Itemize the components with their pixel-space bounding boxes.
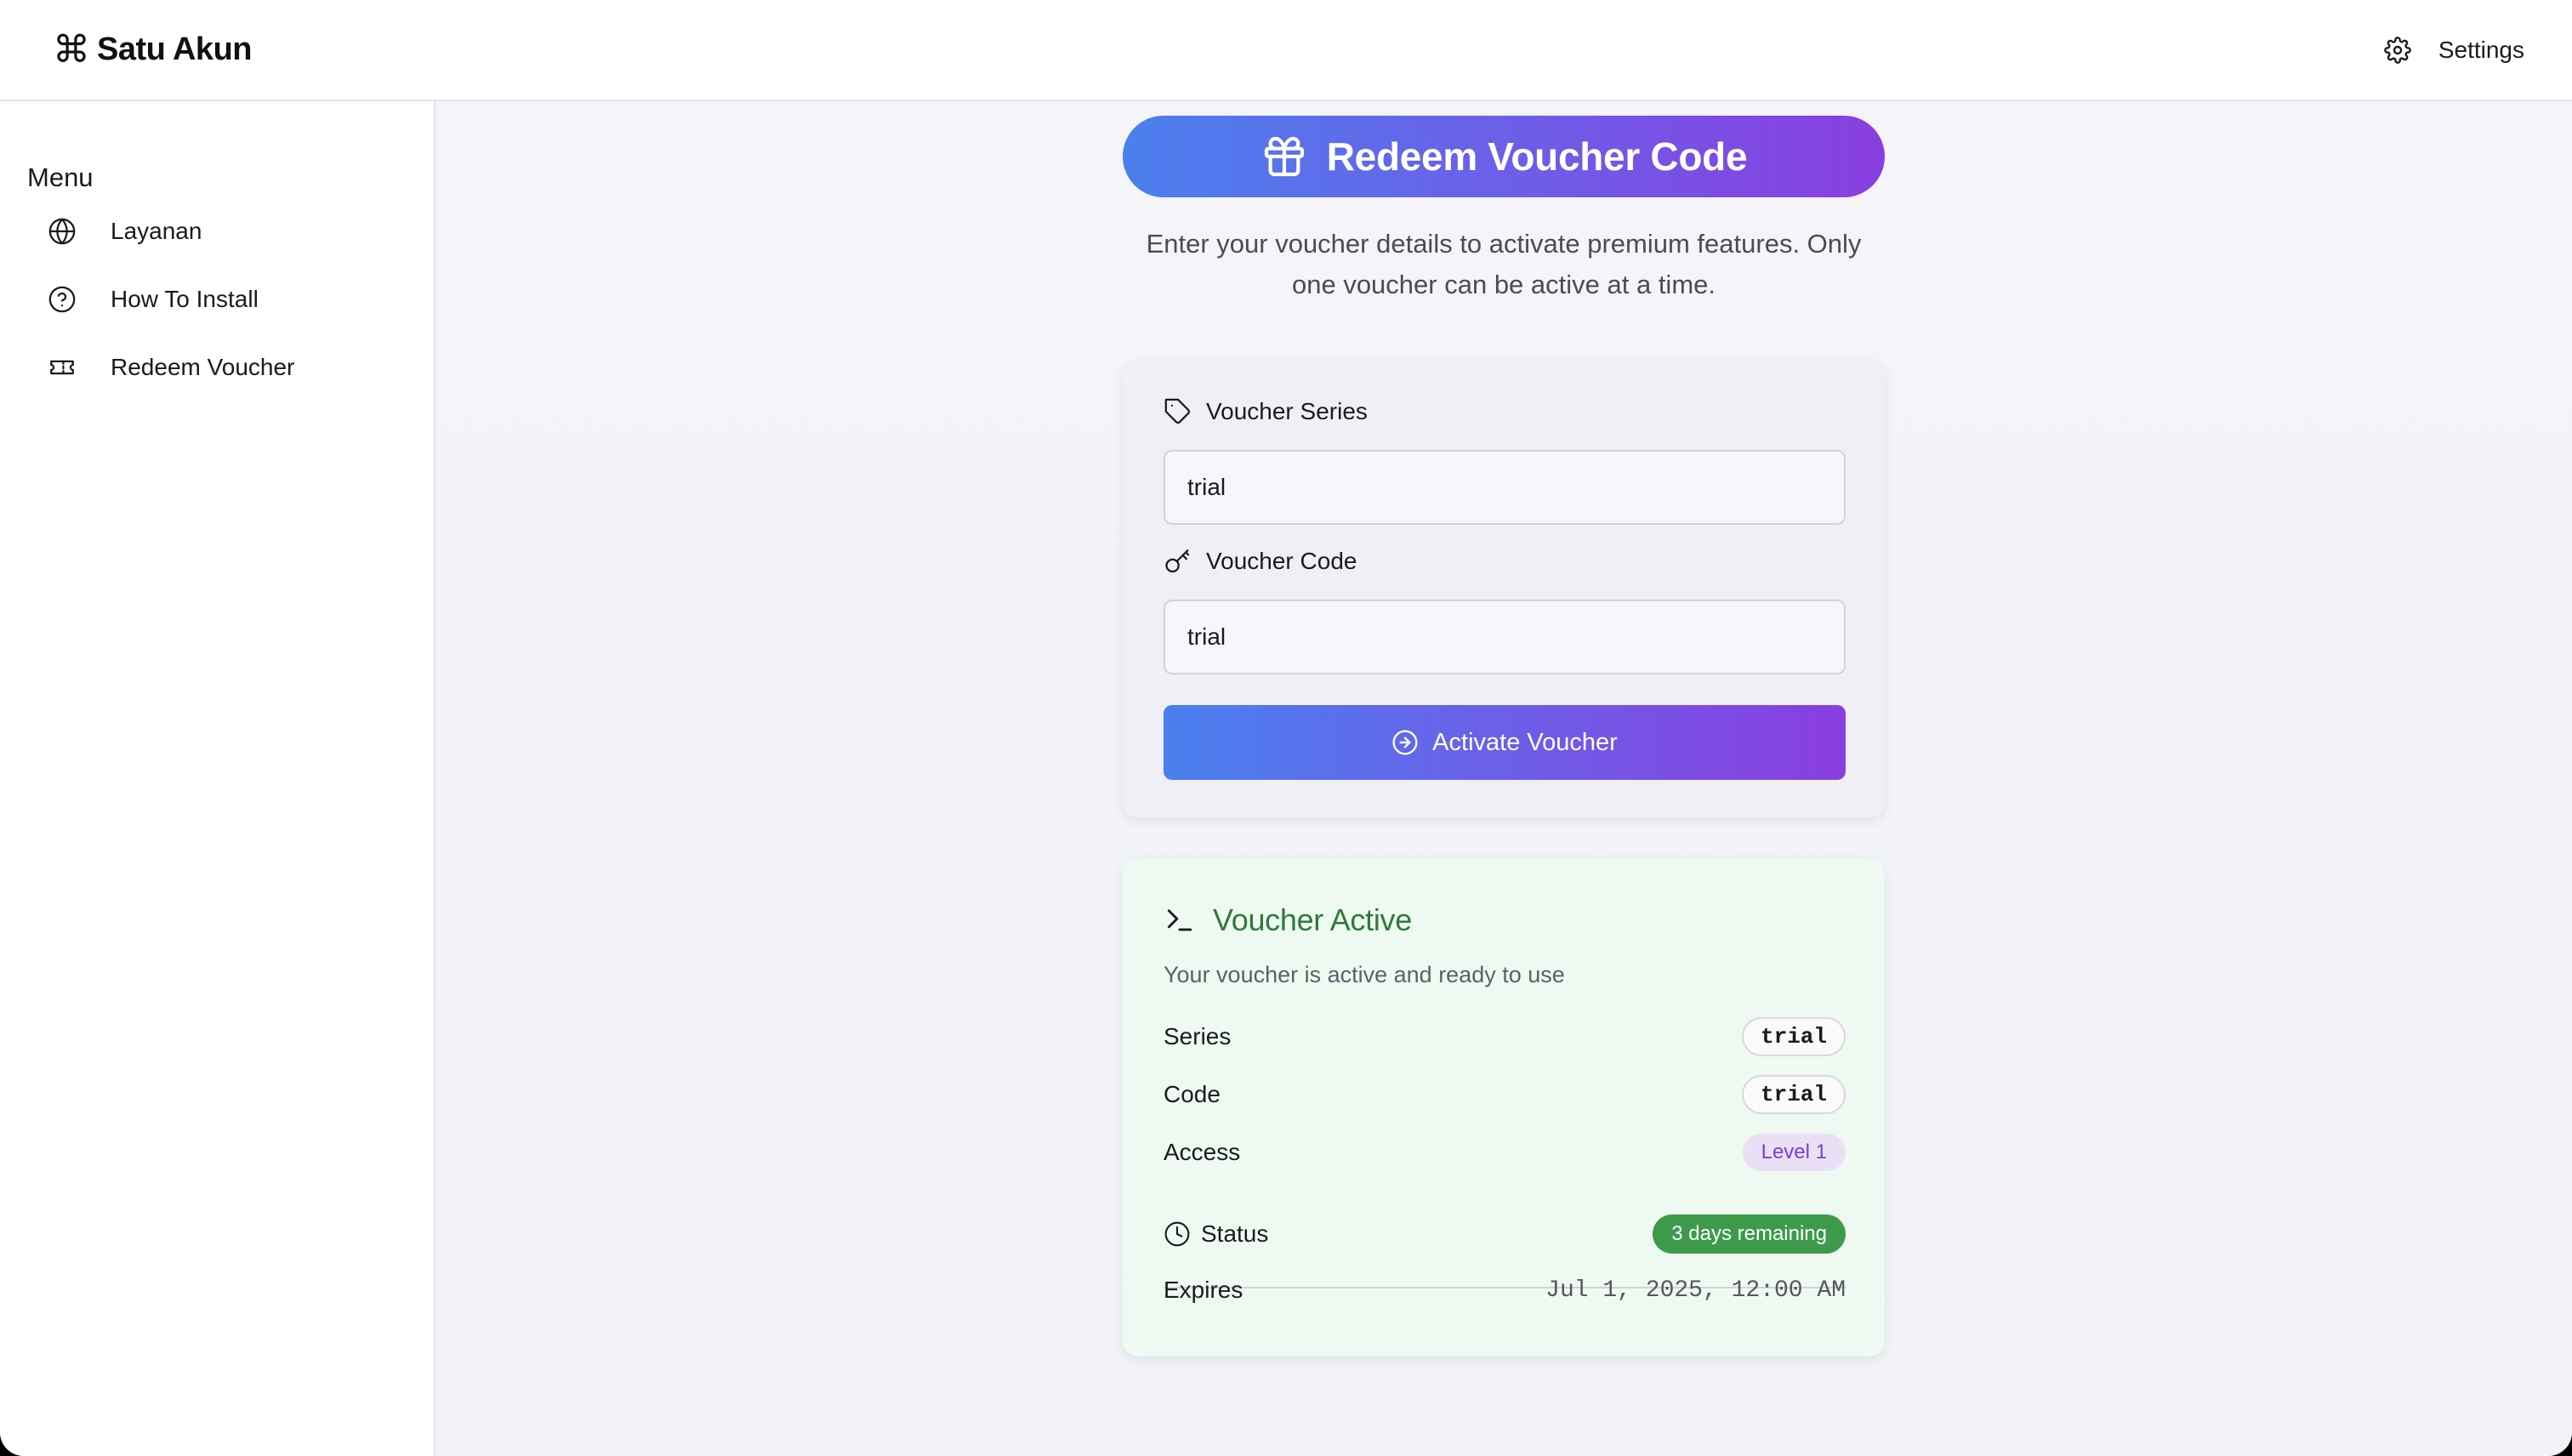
code-badge: trial (1741, 1075, 1846, 1114)
clock-icon (1164, 1221, 1190, 1247)
status-row: Status 3 days remaining (1164, 1214, 1846, 1254)
ticket-icon (50, 360, 74, 375)
access-label: Access (1164, 1139, 1241, 1165)
sidebar-item-label: Redeem Voucher (111, 354, 295, 380)
key-icon (1165, 549, 1190, 573)
series-badge: trial (1741, 1017, 1846, 1056)
voucher-code-label: Voucher Code (1164, 547, 1357, 576)
activate-voucher-button[interactable]: Activate Voucher (1164, 705, 1846, 780)
access-row: Access Level 1 (1164, 1132, 1846, 1173)
expires-label: Expires (1164, 1277, 1243, 1303)
help-circle-icon (48, 286, 76, 313)
sidebar: Menu Layanan How To Install Redeem Vouch… (0, 101, 435, 1456)
page-title: Redeem Voucher Code (1326, 134, 1748, 179)
brand[interactable]: ⌘ Satu Akun (53, 27, 253, 71)
expires-row: Expires Jul 1, 2025, 12:00 AM (1164, 1270, 1846, 1311)
status-header: Voucher Active (1164, 902, 1412, 938)
code-row: Code trial (1164, 1074, 1846, 1115)
tag-icon (1164, 398, 1191, 424)
voucher-status-card: Voucher Active Your voucher is active an… (1123, 858, 1885, 1356)
main-content: Redeem Voucher Code Enter your voucher d… (435, 103, 2572, 1456)
code-label: Code (1164, 1081, 1221, 1107)
expires-value: Jul 1, 2025, 12:00 AM (1545, 1277, 1846, 1304)
page-subtitle: Enter your voucher details to activate p… (1146, 229, 1862, 299)
settings-label: Settings (2438, 36, 2524, 63)
status-title: Voucher Active (1213, 902, 1412, 937)
command-icon: ⌘ (53, 27, 90, 71)
gear-icon (2384, 36, 2411, 64)
menu-title: Menu (27, 162, 94, 192)
top-bar: ⌘ Satu Akun Settings (0, 0, 2572, 101)
status-description: Your voucher is active and ready to use (1164, 962, 1565, 987)
app-window: ⌘ Satu Akun Settings Menu Layanan How To… (0, 0, 2572, 1456)
app-title: Satu Akun (97, 31, 253, 67)
voucher-series-label: Voucher Series (1164, 397, 1368, 426)
page-title-banner: Redeem Voucher Code (1123, 116, 1885, 197)
sidebar-item-redeem-voucher[interactable]: Redeem Voucher (48, 344, 405, 391)
globe-icon (48, 218, 76, 245)
arrow-right-circle-icon (1392, 730, 1418, 755)
voucher-series-input[interactable] (1164, 450, 1846, 525)
gift-icon (1264, 136, 1304, 177)
voucher-form-card: Voucher Series Voucher Code (1123, 361, 1885, 817)
sidebar-item-label: How To Install (111, 286, 259, 312)
series-row: Series trial (1164, 1016, 1846, 1057)
access-level-badge: Level 1 (1742, 1134, 1846, 1171)
sidebar-item-label: Layanan (111, 218, 202, 244)
voucher-code-input[interactable] (1164, 600, 1846, 674)
terminal-icon (1167, 909, 1192, 931)
status-label: Status (1164, 1220, 1268, 1248)
settings-button[interactable]: Settings (2384, 37, 2524, 64)
sidebar-item-layanan[interactable]: Layanan (48, 208, 405, 255)
activate-voucher-label: Activate Voucher (1432, 728, 1618, 756)
sidebar-item-how-to-install[interactable]: How To Install (48, 276, 405, 323)
series-label: Series (1164, 1023, 1232, 1049)
days-remaining-badge: 3 days remaining (1653, 1214, 1846, 1254)
